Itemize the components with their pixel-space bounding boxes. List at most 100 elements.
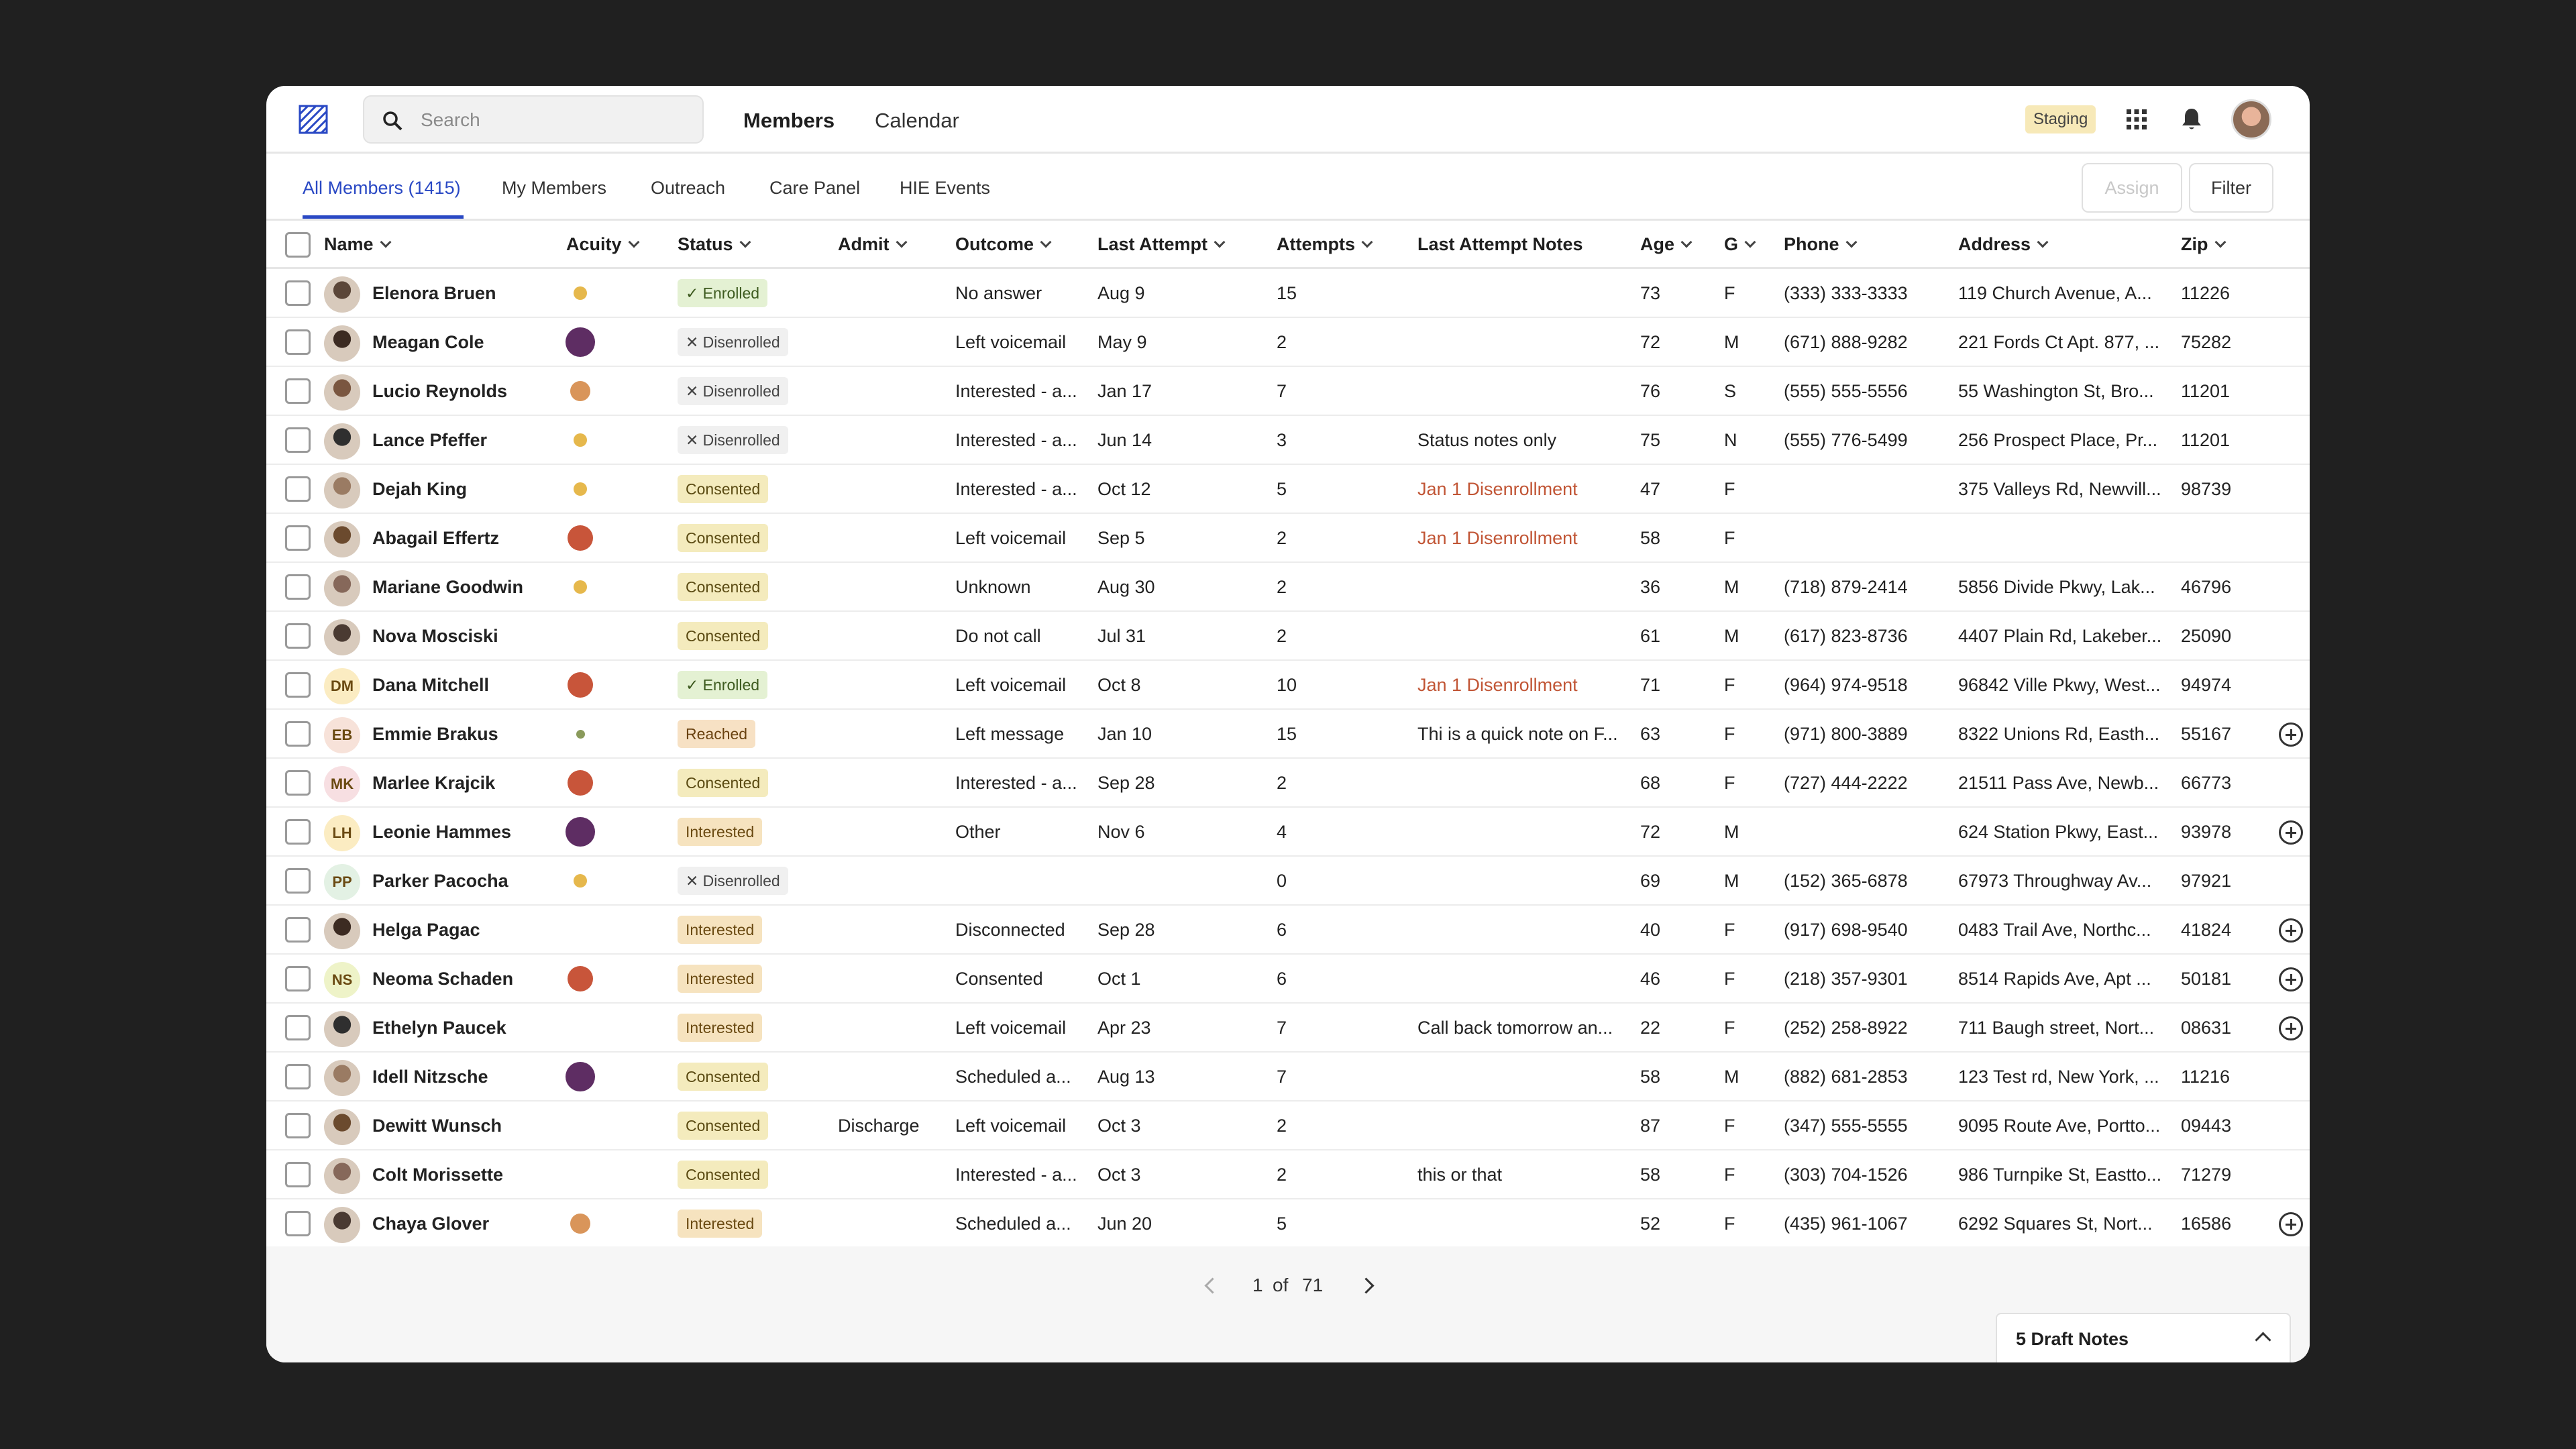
tab-outreach[interactable]: Outreach (651, 178, 725, 199)
member-name[interactable]: Dewitt Wunsch (372, 1116, 502, 1136)
row-checkbox[interactable] (285, 1211, 311, 1236)
draft-notes-panel[interactable]: 5 Draft Notes (1996, 1313, 2291, 1362)
table-row[interactable]: Chaya Glover Interested Scheduled a... Jun … (266, 1199, 2310, 1248)
table-row[interactable]: Elenora Bruen ✓ Enrolled No answer Aug 9 15 7… (266, 269, 2310, 318)
col-status[interactable]: Status (678, 234, 751, 255)
table-row[interactable]: Dewitt Wunsch Consented Discharge Left voic… (266, 1102, 2310, 1150)
row-checkbox[interactable] (285, 378, 311, 404)
member-name[interactable]: Colt Morissette (372, 1165, 503, 1185)
member-name[interactable]: Helga Pagac (372, 920, 480, 941)
row-checkbox[interactable] (285, 1113, 311, 1138)
row-checkbox[interactable] (285, 329, 311, 355)
member-name[interactable]: Ethelyn Paucek (372, 1018, 506, 1038)
table-row[interactable]: Colt Morissette Consented Interested - a..… (266, 1150, 2310, 1199)
search-box[interactable] (363, 95, 704, 144)
member-name[interactable]: Leonie Hammes (372, 822, 511, 843)
row-checkbox[interactable] (285, 966, 311, 991)
last-attempt-cell: Jun 14 (1097, 430, 1152, 450)
nav-members[interactable]: Members (743, 109, 835, 133)
row-checkbox[interactable] (285, 672, 311, 698)
col-outcome[interactable]: Outcome (955, 234, 1052, 255)
next-page-icon[interactable] (1358, 1277, 1375, 1294)
table-row[interactable]: Ethelyn Paucek Interested Left voicemail Ap… (266, 1004, 2310, 1053)
table-row[interactable]: Meagan Cole ✕ Disenrolled Left voicemail Ma… (266, 318, 2310, 367)
table-row[interactable]: LH Leonie Hammes Interested Other Nov 6 4 72 M 6… (266, 808, 2310, 857)
col-attempts[interactable]: Attempts (1277, 234, 1373, 255)
col-last-attempt-notes[interactable]: Last Attempt Notes (1417, 234, 1583, 255)
row-checkbox[interactable] (285, 574, 311, 600)
row-checkbox[interactable] (285, 1064, 311, 1089)
col-phone[interactable]: Phone (1784, 234, 1858, 255)
table-row[interactable]: NS Neoma Schaden Interested Consented Oct 1 6… (266, 955, 2310, 1004)
member-name[interactable]: Mariane Goodwin (372, 577, 523, 598)
member-name[interactable]: Chaya Glover (372, 1214, 489, 1234)
col-admit[interactable]: Admit (838, 234, 907, 255)
row-checkbox[interactable] (285, 721, 311, 747)
add-circle-icon[interactable] (2279, 722, 2303, 747)
member-name[interactable]: Abagail Effertz (372, 528, 499, 549)
row-checkbox[interactable] (285, 868, 311, 894)
row-checkbox[interactable] (285, 476, 311, 502)
member-name[interactable]: Dana Mitchell (372, 675, 489, 696)
member-name[interactable]: Nova Mosciski (372, 626, 498, 647)
tab-all-members[interactable]: All Members (1415) (303, 178, 461, 199)
col-age[interactable]: Age (1640, 234, 1693, 255)
add-circle-icon[interactable] (2279, 1016, 2303, 1040)
add-circle-icon[interactable] (2279, 967, 2303, 991)
row-checkbox[interactable] (285, 917, 311, 943)
filter-button[interactable]: Filter (2189, 163, 2273, 213)
member-name[interactable]: Elenora Bruen (372, 283, 496, 304)
table-row[interactable]: Mariane Goodwin Consented Unknown Aug 30 2 36… (266, 563, 2310, 612)
member-name[interactable]: Meagan Cole (372, 332, 484, 353)
row-checkbox[interactable] (285, 427, 311, 453)
table-row[interactable]: Dejah King Consented Interested - a... Oct … (266, 465, 2310, 514)
col-last-attempt[interactable]: Last Attempt (1097, 234, 1226, 255)
logo-icon[interactable] (297, 103, 329, 136)
member-name[interactable]: Marlee Krajcik (372, 773, 495, 794)
chevron-up-icon[interactable] (2255, 1332, 2271, 1348)
table-row[interactable]: EB Emmie Brakus Reached Left message Jan 10 1… (266, 710, 2310, 759)
tab-hie-events[interactable]: HIE Events (900, 178, 990, 199)
row-checkbox[interactable] (285, 280, 311, 306)
search-input[interactable] (419, 106, 690, 134)
add-circle-icon[interactable] (2279, 1212, 2303, 1236)
table-row[interactable]: Nova Mosciski Consented Do not call Jul 31 2… (266, 612, 2310, 661)
row-checkbox[interactable] (285, 623, 311, 649)
apps-grid-icon[interactable] (2126, 109, 2147, 130)
member-name[interactable]: Lucio Reynolds (372, 381, 507, 402)
col-address[interactable]: Address (1958, 234, 2049, 255)
table-row[interactable]: PP Parker Pacocha ✕ Disenrolled 0 69 M (152) 3… (266, 857, 2310, 906)
table-row[interactable]: MK Marlee Krajcik Consented Interested - a.… (266, 759, 2310, 808)
member-name[interactable]: Dejah King (372, 479, 467, 500)
table-row[interactable]: Lance Pfeffer ✕ Disenrolled Interested - a… (266, 416, 2310, 465)
user-avatar[interactable] (2231, 99, 2271, 140)
row-checkbox[interactable] (285, 819, 311, 845)
add-circle-icon[interactable] (2279, 820, 2303, 845)
select-all-checkbox[interactable] (285, 232, 311, 258)
tab-my-members[interactable]: My Members (502, 178, 606, 199)
row-checkbox[interactable] (285, 1162, 311, 1187)
row-checkbox[interactable] (285, 770, 311, 796)
row-checkbox[interactable] (285, 525, 311, 551)
tab-care-panel[interactable]: Care Panel (769, 178, 860, 199)
col-gender[interactable]: G (1724, 234, 1756, 255)
table-row[interactable]: Helga Pagac Interested Disconnected Sep 28 6… (266, 906, 2310, 955)
member-name[interactable]: Lance Pfeffer (372, 430, 487, 451)
table-row[interactable]: Lucio Reynolds ✕ Disenrolled Interested - … (266, 367, 2310, 416)
add-circle-icon[interactable] (2279, 918, 2303, 943)
member-name[interactable]: Idell Nitzsche (372, 1067, 488, 1087)
member-name[interactable]: Emmie Brakus (372, 724, 498, 745)
table-row[interactable]: Idell Nitzsche Consented Scheduled a... Aug… (266, 1053, 2310, 1102)
row-checkbox[interactable] (285, 1015, 311, 1040)
col-zip[interactable]: Zip (2181, 234, 2226, 255)
table-row[interactable]: Abagail Effertz Consented Left voicemail Se… (266, 514, 2310, 563)
member-name[interactable]: Neoma Schaden (372, 969, 513, 989)
previous-page-icon[interactable] (1204, 1277, 1221, 1294)
col-name[interactable]: Name (324, 234, 392, 255)
nav-calendar[interactable]: Calendar (875, 109, 959, 133)
table-row[interactable]: DM Dana Mitchell ✓ Enrolled Left voicemail O… (266, 661, 2310, 710)
assign-button[interactable]: Assign (2082, 163, 2182, 213)
bell-icon[interactable] (2181, 107, 2202, 131)
col-acuity[interactable]: Acuity (566, 234, 640, 255)
member-name[interactable]: Parker Pacocha (372, 871, 508, 892)
